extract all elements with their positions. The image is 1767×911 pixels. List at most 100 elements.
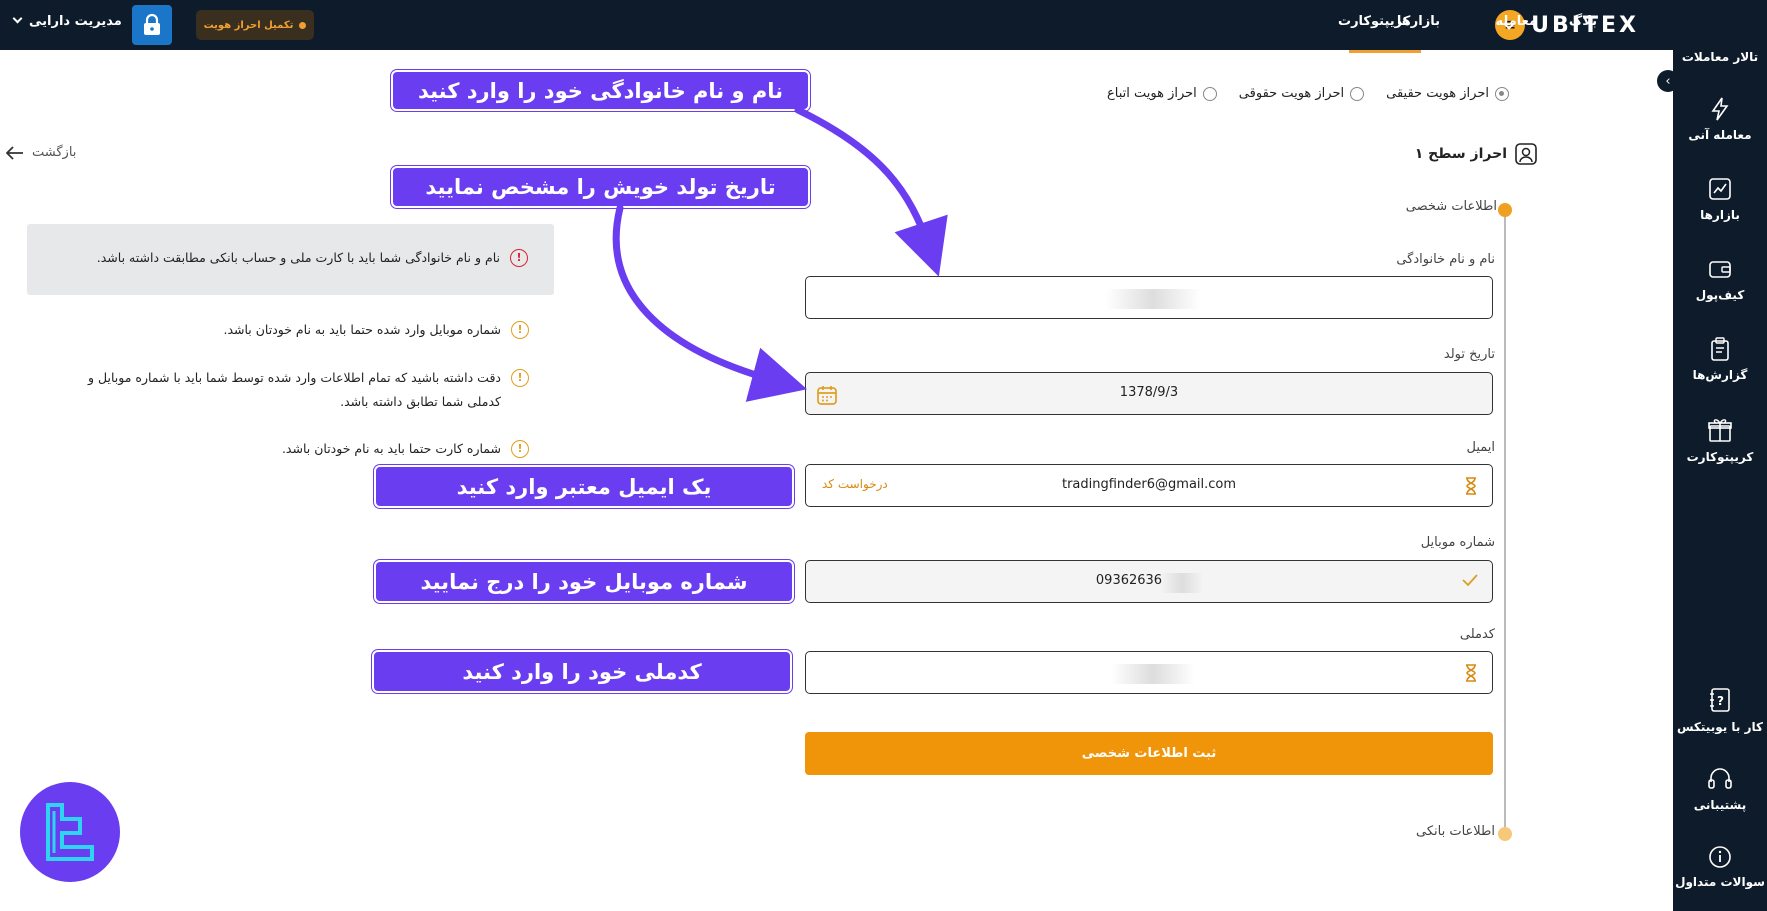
verify-badge-label: تکمیل احراز هویت xyxy=(203,19,294,31)
sidebar-item-label: معامله آنی xyxy=(1688,128,1752,142)
notice-row: ! نام و نام خانوادگی شما باید با کارت مل… xyxy=(97,246,528,270)
chevron-down-icon xyxy=(12,13,23,24)
sidebar-item-wallet[interactable]: کیف‌پول xyxy=(1673,256,1767,302)
sidebar-item-trading-hall[interactable]: تالار معاملات xyxy=(1673,50,1767,64)
birth-date-label: تاریخ تولد xyxy=(1443,347,1495,362)
annotation-birth-date: تاریخ تولد خویش را مشخص نمایید xyxy=(391,166,810,208)
name-match-notice: ! نام و نام خانوادگی شما باید با کارت مل… xyxy=(27,224,554,295)
mobile-input[interactable]: 09362636 xyxy=(805,560,1493,603)
warning-icon: ! xyxy=(511,321,529,339)
notice-row: ! شماره کارت حتما باید به نام خودتان باش… xyxy=(282,437,529,461)
radio-unchecked-icon xyxy=(1202,86,1217,101)
sidebar-item-label: کیف‌پول xyxy=(1695,288,1745,302)
full-name-label: نام و نام خانوادگی xyxy=(1396,252,1495,267)
active-nav-indicator xyxy=(1349,50,1421,53)
arrow-left-icon xyxy=(6,145,23,160)
info-icon xyxy=(1709,846,1731,868)
submit-personal-info-button[interactable]: ثبت اطلاعات شخصی xyxy=(805,732,1493,775)
warning-icon: ! xyxy=(511,369,529,387)
radio-legal-entity[interactable]: احراز هویت حقوقی xyxy=(1238,86,1365,101)
national-code-input[interactable] xyxy=(805,651,1493,694)
hourglass-icon xyxy=(1466,477,1476,495)
sidebar-item-markets[interactable]: بازارها xyxy=(1673,176,1767,222)
nav-trade[interactable]: معامله xyxy=(1495,14,1537,29)
lightning-icon xyxy=(1711,97,1729,121)
annotation-mobile: شماره موبایل خود را درج نمایید xyxy=(374,560,794,603)
birth-date-input[interactable]: 1378/9/3 xyxy=(805,372,1493,415)
redacted-value xyxy=(1161,573,1203,593)
notice-text: شماره موبایل وارد شده حتما باید به نام خ… xyxy=(223,322,501,337)
request-code-button[interactable]: درخواست کد xyxy=(822,477,888,491)
warning-icon: ! xyxy=(511,440,529,458)
sidebar-item-label: تالار معاملات xyxy=(1681,50,1759,64)
radio-label: احراز هویت حقوقی xyxy=(1238,86,1345,101)
asset-management-menu[interactable]: مدیریت دارایی xyxy=(12,13,122,29)
radio-label: احراز هویت حقیقی xyxy=(1386,86,1489,101)
notice-row: ! دقت داشته باشید که تمام اطلاعات وارد ش… xyxy=(59,366,529,414)
timeline-step-pending xyxy=(1498,827,1512,841)
nav-blog[interactable]: بلاگ xyxy=(1569,14,1597,29)
annotation-national-code: کدملی خود را وارد کنید xyxy=(372,650,792,693)
national-code-label: کدملی xyxy=(1459,627,1495,642)
email-input[interactable]: tradingfinder6@gmail.com درخواست کد xyxy=(805,464,1493,507)
full-name-input[interactable] xyxy=(805,276,1493,319)
level-title: احراز سطح ۱ xyxy=(1415,143,1537,165)
radio-checked-icon xyxy=(1495,86,1509,101)
sidebar-item-label: کریپتوکارت xyxy=(1686,450,1754,464)
arrow-to-birth-field xyxy=(612,204,808,402)
email-label: ایمیل xyxy=(1466,440,1495,455)
sidebar-item-how-to-use[interactable]: ? کار با یوبیتکس xyxy=(1673,686,1767,734)
sidebar-item-label: پشتیبانی xyxy=(1693,798,1747,812)
notice-text: دقت داشته باشید که تمام اطلاعات وارد شده… xyxy=(88,370,501,409)
sidebar-item-label: سوالات متداول xyxy=(1675,875,1765,889)
section-personal-info: اطلاعات شخصی xyxy=(1405,199,1497,214)
complete-verification-badge[interactable]: تکمیل احراز هویت xyxy=(196,10,314,40)
email-value: tradingfinder6@gmail.com xyxy=(1061,477,1237,492)
radio-unchecked-icon xyxy=(1350,86,1365,101)
sidebar-item-reports[interactable]: گزارش‌ها xyxy=(1673,336,1767,382)
annotation-email: یک ایمیل معتبر وارد کنید xyxy=(374,465,794,508)
sidebar-collapse-button[interactable]: ‹ xyxy=(1657,70,1679,92)
lock-icon xyxy=(144,13,160,35)
asset-menu-label: مدیریت دارایی xyxy=(29,14,122,29)
help-book-icon: ? xyxy=(1710,688,1730,712)
mobile-label: شماره موبایل xyxy=(1420,535,1495,550)
level-title-text: احراز سطح ۱ xyxy=(1414,146,1507,162)
sidebar-item-label: گزارش‌ها xyxy=(1692,368,1748,382)
security-lock-button[interactable] xyxy=(132,5,172,45)
timeline-step-active xyxy=(1498,203,1512,217)
sidebar-item-instant-trade[interactable]: معامله آنی xyxy=(1673,96,1767,142)
calendar-icon[interactable] xyxy=(816,384,838,406)
tradingfinder-logo-icon xyxy=(46,803,94,861)
sidebar-item-label: کار با یوبیتکس xyxy=(1676,720,1764,734)
chevron-left-icon: ‹ xyxy=(1665,73,1671,89)
mobile-value: 09362636 xyxy=(1095,573,1163,588)
redacted-value xyxy=(1106,289,1200,309)
check-icon xyxy=(1462,574,1478,587)
headset-icon xyxy=(1708,768,1732,789)
sidebar-item-support[interactable]: پشتیبانی xyxy=(1673,766,1767,812)
sidebar-item-cryptocard[interactable]: کریپتوکارت xyxy=(1673,416,1767,464)
redacted-value xyxy=(1111,664,1195,684)
annotation-name: نام و نام خانوادگی خود را وارد کنید xyxy=(391,70,810,111)
brand-watermark-logo xyxy=(20,782,120,882)
back-label: بازگشت xyxy=(32,145,77,160)
notice-row: ! شماره موبایل وارد شده حتما باید به نام… xyxy=(223,318,529,342)
radio-label: احراز هویت اتباع xyxy=(1106,86,1197,101)
svg-text:?: ? xyxy=(1717,694,1724,708)
radio-foreign-national[interactable]: احراز هویت اتباع xyxy=(1107,86,1217,101)
identity-type-selector: احراز هویت حقیقی احراز هویت حقوقی احراز … xyxy=(1107,86,1509,101)
nav-cryptocard[interactable]: کریپتوکارت xyxy=(1338,14,1410,29)
notice-text: نام و نام خانوادگی شما باید با کارت ملی … xyxy=(96,250,500,265)
user-profile-icon xyxy=(1515,143,1537,165)
wallet-icon xyxy=(1709,261,1731,278)
section-bank-info: اطلاعات بانکی xyxy=(1415,824,1495,839)
right-sidebar: تالار معاملات معامله آنی بازارها کیف‌پول… xyxy=(1673,50,1767,911)
clipboard-icon xyxy=(1711,337,1729,361)
sidebar-item-faq[interactable]: سوالات متداول xyxy=(1673,845,1767,889)
notice-text: شماره کارت حتما باید به نام خودتان باشد. xyxy=(281,441,501,456)
sidebar-item-label: بازارها xyxy=(1700,208,1740,222)
back-link[interactable]: بازگشت xyxy=(6,145,76,160)
radio-natural-person[interactable]: احراز هویت حقیقی xyxy=(1386,86,1509,101)
chart-icon xyxy=(1709,178,1731,200)
